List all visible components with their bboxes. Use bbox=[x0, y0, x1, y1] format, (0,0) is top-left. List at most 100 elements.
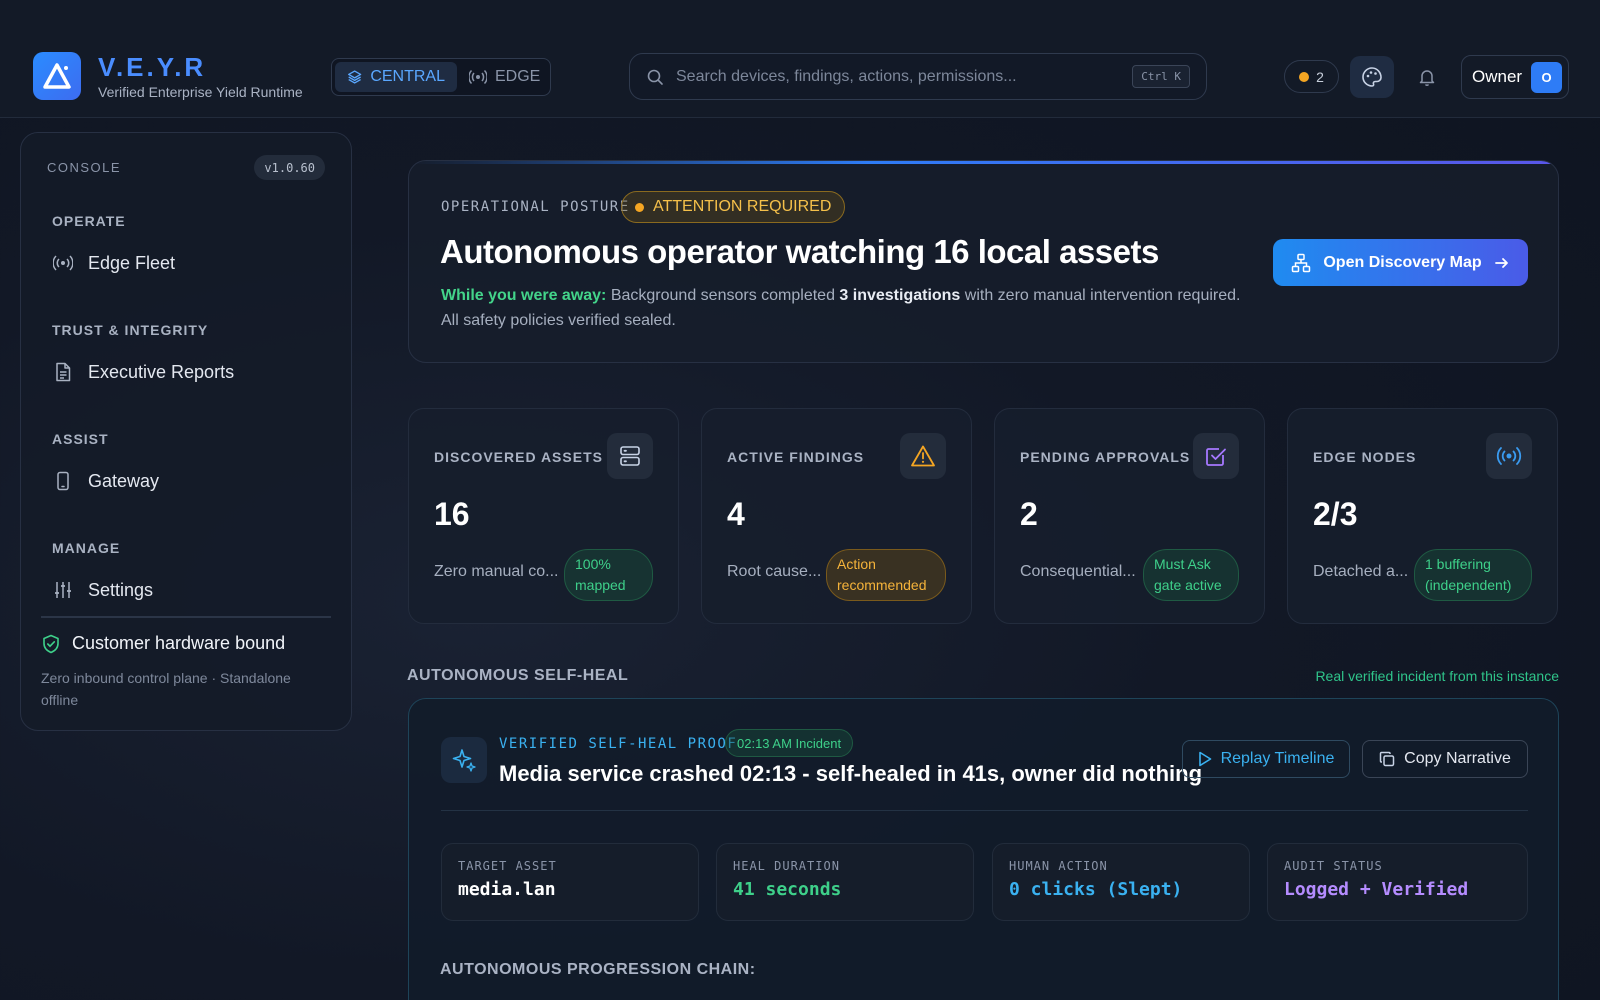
sidebar-item-label: Edge Fleet bbox=[88, 252, 176, 273]
version-badge: v1.0.60 bbox=[254, 155, 325, 180]
desc-highlight: 3 investigations bbox=[839, 287, 961, 304]
stat-card-active-findings[interactable]: ACTIVE FINDINGS 4 Root cause... Action r… bbox=[701, 408, 972, 624]
arrow-right-icon bbox=[1494, 257, 1508, 268]
posture-label: OPERATIONAL POSTURE bbox=[441, 199, 630, 215]
copy-narrative-label: Copy Narrative bbox=[1404, 750, 1511, 767]
open-discovery-map-label: Open Discovery Map bbox=[1323, 253, 1482, 271]
metric-audit-status: AUDIT STATUS Logged + Verified bbox=[1267, 843, 1528, 921]
search-shortcut: Ctrl K bbox=[1132, 65, 1190, 88]
top-bar: V.E.Y.R Verified Enterprise Yield Runtim… bbox=[0, 0, 1600, 118]
hardware-bound-status: Customer hardware bound bbox=[41, 633, 285, 654]
stat-value: 4 bbox=[727, 496, 745, 532]
stat-label: PENDING APPROVALS bbox=[1020, 449, 1191, 465]
metric-label: HEAL DURATION bbox=[733, 859, 840, 873]
metric-value: 0 clicks (Slept) bbox=[1009, 879, 1183, 900]
layers-icon bbox=[348, 70, 362, 84]
checkbox-icon bbox=[1193, 433, 1239, 479]
shield-check-icon bbox=[43, 634, 59, 653]
progression-chain-title: AUTONOMOUS PROGRESSION CHAIN: bbox=[440, 961, 756, 978]
operational-posture-card: OPERATIONAL POSTURE ATTENTION REQUIRED A… bbox=[408, 160, 1559, 363]
metric-label: HUMAN ACTION bbox=[1009, 859, 1108, 873]
desc-text: Background sensors completed bbox=[606, 287, 840, 304]
self-heal-source-link[interactable]: Real verified incident from this instanc… bbox=[1315, 668, 1559, 684]
stat-sub: Consequential... bbox=[1020, 563, 1136, 580]
owner-label: Owner bbox=[1472, 67, 1523, 86]
metric-label: AUDIT STATUS bbox=[1284, 859, 1383, 873]
stat-sub: Zero manual co... bbox=[434, 563, 559, 580]
warning-icon bbox=[900, 433, 946, 479]
sparkle-icon bbox=[441, 737, 487, 783]
status-text: ATTENTION REQUIRED bbox=[653, 198, 832, 215]
sidebar: CONSOLE v1.0.60 OPERATE Edge Fleet TRUST… bbox=[20, 132, 352, 731]
sidebar-item-settings[interactable]: Settings bbox=[52, 572, 332, 608]
brand-subtitle: Verified Enterprise Yield Runtime bbox=[98, 84, 303, 100]
server-icon bbox=[607, 433, 653, 479]
alert-count-pill[interactable]: 2 bbox=[1284, 60, 1339, 93]
self-heal-section-title: AUTONOMOUS SELF-HEAL bbox=[407, 667, 629, 684]
stat-value: 16 bbox=[434, 496, 470, 532]
mode-central-tab[interactable]: CENTRAL bbox=[335, 62, 457, 92]
open-discovery-map-button[interactable]: Open Discovery Map bbox=[1273, 239, 1528, 286]
sidebar-item-executive-reports[interactable]: Executive Reports bbox=[52, 354, 332, 390]
stat-label: EDGE NODES bbox=[1313, 449, 1417, 465]
owner-menu[interactable]: Owner O bbox=[1461, 55, 1569, 99]
copy-icon bbox=[1379, 751, 1395, 767]
alert-count: 2 bbox=[1316, 68, 1324, 85]
sliders-icon bbox=[52, 579, 74, 601]
sidebar-divider bbox=[41, 616, 331, 618]
hero-accent-line bbox=[409, 161, 1558, 164]
hardware-bound-sub: Zero inbound control plane · Standalone … bbox=[41, 670, 291, 708]
metric-value: media.lan bbox=[458, 879, 556, 900]
incident-time-badge: 02:13 AM Incident bbox=[725, 729, 854, 757]
stat-sub: Detached a... bbox=[1313, 563, 1409, 580]
replay-timeline-label: Replay Timeline bbox=[1220, 750, 1335, 767]
mode-edge-tab[interactable]: EDGE bbox=[457, 62, 552, 92]
phone-icon bbox=[52, 470, 74, 492]
broadcast-icon bbox=[1486, 433, 1532, 479]
stat-card-discovered-assets[interactable]: DISCOVERED ASSETS 16 Zero manual co... 1… bbox=[408, 408, 679, 624]
proof-label: VERIFIED SELF-HEAL PROOF bbox=[499, 736, 738, 752]
away-label: While you were away: bbox=[441, 287, 607, 304]
stat-card-pending-approvals[interactable]: PENDING APPROVALS 2 Consequential... Mus… bbox=[994, 408, 1265, 624]
status-dot bbox=[1299, 71, 1310, 82]
stat-card-edge-nodes[interactable]: EDGE NODES 2/3 Detached a... 1 buffering… bbox=[1287, 408, 1558, 624]
stat-label: ACTIVE FINDINGS bbox=[727, 449, 865, 465]
incident-headline: Media service crashed 02:13 - self-heale… bbox=[499, 761, 1203, 786]
console-label: CONSOLE bbox=[47, 160, 122, 175]
stat-badge: 100% mapped bbox=[564, 549, 653, 601]
sidebar-item-label: Gateway bbox=[88, 470, 160, 491]
mode-switch: CENTRAL EDGE bbox=[331, 58, 551, 96]
stat-badge: Must Ask gate active bbox=[1143, 549, 1239, 601]
avatar: O bbox=[1531, 62, 1562, 93]
sidebar-item-edge-fleet[interactable]: Edge Fleet bbox=[52, 245, 332, 281]
status-dot bbox=[635, 202, 644, 212]
section-operate: OPERATE bbox=[52, 213, 126, 229]
section-manage: MANAGE bbox=[52, 540, 121, 556]
mode-edge-label: EDGE bbox=[495, 68, 541, 85]
logo-icon[interactable] bbox=[33, 52, 81, 100]
search-input[interactable]: Search devices, findings, actions, permi… bbox=[676, 68, 1132, 86]
section-trust: TRUST & INTEGRITY bbox=[52, 322, 209, 338]
play-icon bbox=[1198, 751, 1211, 767]
metric-value: 41 seconds bbox=[733, 879, 842, 900]
brand-name: V.E.Y.R bbox=[98, 52, 207, 82]
stat-badge: Action recommended bbox=[826, 549, 946, 601]
hero-description: While you were away: Background sensors … bbox=[441, 283, 1241, 333]
sidebar-item-label: Executive Reports bbox=[88, 361, 235, 382]
stat-badge: 1 buffering (independent) bbox=[1414, 549, 1532, 601]
replay-timeline-button[interactable]: Replay Timeline bbox=[1182, 740, 1350, 778]
sidebar-item-label: Settings bbox=[88, 579, 154, 600]
metric-heal-duration: HEAL DURATION 41 seconds bbox=[716, 843, 974, 921]
metric-label: TARGET ASSET bbox=[458, 859, 557, 873]
metric-human-action: HUMAN ACTION 0 clicks (Slept) bbox=[992, 843, 1250, 921]
metric-target-asset: TARGET ASSET media.lan bbox=[441, 843, 699, 921]
sidebar-item-gateway[interactable]: Gateway bbox=[52, 463, 332, 499]
notifications-button[interactable] bbox=[1405, 56, 1449, 98]
theme-button[interactable] bbox=[1350, 56, 1394, 98]
bell-icon bbox=[1419, 70, 1435, 87]
search-bar[interactable]: Search devices, findings, actions, permi… bbox=[629, 53, 1207, 100]
document-icon bbox=[52, 361, 74, 383]
copy-narrative-button[interactable]: Copy Narrative bbox=[1362, 740, 1528, 778]
stat-value: 2 bbox=[1020, 496, 1038, 532]
broadcast-icon bbox=[469, 69, 487, 85]
